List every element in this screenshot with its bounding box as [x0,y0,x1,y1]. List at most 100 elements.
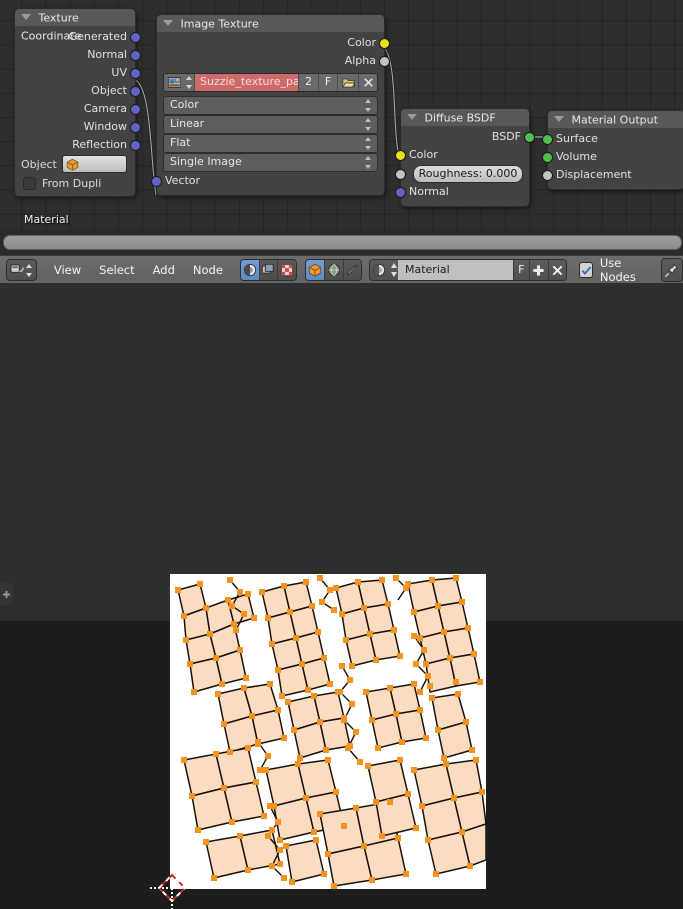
source-dropdown[interactable]: Single Image [163,153,378,172]
output-socket-normal[interactable] [130,50,141,61]
node-diffuse-bsdf[interactable]: Diffuse BSDF BSDF Color Roughness: 0.000… [395,108,535,207]
socket-row-vector-in[interactable]: Vector [151,172,384,190]
socket-row-displacement[interactable]: Displacement [542,166,683,184]
socket-row-color-out[interactable]: Color [157,34,390,52]
color-space-dropdown[interactable]: Color [163,96,378,115]
menu-node[interactable]: Node [184,256,232,284]
output-socket-generated[interactable] [130,32,141,43]
from-dupli-checkbox[interactable] [23,177,36,190]
collapse-triangle-icon[interactable] [554,116,564,122]
image-datablock-row[interactable]: Suzzie_texture_paint 2 F [163,73,378,92]
socket-row-normal[interactable]: Normal [15,46,141,64]
node-header-texture-coordinate[interactable]: Texture Coordinate [15,9,135,42]
editor-type-spinner[interactable] [25,263,33,277]
object-picker[interactable] [61,155,127,173]
output-socket-reflection[interactable] [130,140,141,151]
compositing-nodes-toggle[interactable] [259,260,279,280]
shader-source-toggle-group[interactable] [305,259,363,281]
output-socket-window[interactable] [130,122,141,133]
material-datablock-spinner[interactable] [388,260,398,280]
socket-row-roughness[interactable]: Roughness: 0.000 [395,165,529,183]
socket-row-camera[interactable]: Camera [15,100,141,118]
projection-dropdown[interactable]: Flat [163,134,378,153]
socket-row-object[interactable]: Object [15,82,141,100]
socket-row-window[interactable]: Window [15,118,141,136]
socket-row-reflection[interactable]: Reflection [15,136,141,154]
material-ball-icon[interactable] [370,260,389,280]
cursor-2d-icon[interactable] [150,868,195,909]
use-nodes-row[interactable]: Use Nodes [579,256,650,284]
material-datablock-selector[interactable]: Material F [369,259,568,281]
object-field-row[interactable]: Object [21,155,127,173]
node-header-material-output[interactable]: Material Output [548,111,683,128]
shader-nodes-toggle[interactable] [240,260,260,280]
input-socket-volume[interactable] [542,152,553,163]
node-texture-coordinate[interactable]: Texture Coordinate Generated Normal UV O… [14,8,141,197]
output-socket-camera[interactable] [130,104,141,115]
color-space-dropdown-row[interactable]: Color [163,96,378,115]
menu-view[interactable]: View [45,256,90,284]
interpolation-dropdown[interactable]: Linear [163,115,378,134]
shader-node-editor[interactable]: Texture Coordinate Generated Normal UV O… [0,0,683,230]
output-socket-alpha[interactable] [379,56,390,67]
node-material-output[interactable]: Material Output Surface Volume Displacem… [542,110,683,190]
input-socket-surface[interactable] [542,134,553,145]
shader-type-toggle-group[interactable] [239,259,298,281]
dropdown-value: Flat [170,136,191,149]
use-nodes-checkbox[interactable] [579,262,593,278]
texture-nodes-toggle[interactable] [278,260,297,280]
horizontal-scrollbar[interactable] [3,235,682,250]
socket-row-bsdf-out[interactable]: BSDF [401,128,535,146]
socket-row-color-in[interactable]: Color [395,146,529,164]
editor-type-selector[interactable] [6,259,37,281]
new-material-button[interactable] [528,260,548,280]
node-header-image-texture[interactable]: Image Texture [157,15,384,32]
input-socket-roughness[interactable] [395,169,406,180]
image-datablock-spinner[interactable] [184,74,195,91]
uv-image-editor[interactable] [0,283,683,909]
socket-row-generated[interactable]: Generated [15,28,141,46]
output-socket-uv[interactable] [130,68,141,79]
input-socket-displacement[interactable] [542,170,553,181]
pin-button[interactable] [660,258,683,282]
unlink-x-icon[interactable] [358,74,377,91]
toolbar-tab-toggle[interactable] [0,583,13,605]
world-shader-toggle[interactable] [324,260,344,280]
unlink-material-button[interactable] [547,260,567,280]
collapse-triangle-icon[interactable] [163,20,173,26]
menu-add[interactable]: Add [144,256,184,284]
material-fake-user-button[interactable]: F [512,260,529,280]
open-file-icon[interactable] [337,74,358,91]
plus-icon [2,590,11,598]
output-socket-bsdf[interactable] [524,132,535,143]
collapse-triangle-icon[interactable] [21,14,31,20]
collapse-triangle-icon[interactable] [407,114,417,120]
object-shader-toggle[interactable] [306,260,325,280]
node-header-diffuse-bsdf[interactable]: Diffuse BSDF [401,109,529,126]
node-image-texture[interactable]: Image Texture Color Alpha Suzzie_texture… [151,14,390,196]
input-socket-color[interactable] [395,150,406,161]
dropdown-value: Linear [170,117,205,130]
input-socket-vector[interactable] [151,176,162,187]
uv-canvas[interactable] [170,574,487,889]
material-name-field[interactable]: Material [398,260,513,280]
brush-shader-toggle[interactable] [343,260,362,280]
source-dropdown-row[interactable]: Single Image [163,153,378,172]
image-name-field[interactable]: Suzzie_texture_paint [195,74,298,91]
menu-select[interactable]: Select [90,256,143,284]
input-socket-normal[interactable] [395,187,406,198]
image-fake-user-button[interactable]: F [318,74,337,91]
socket-row-normal-in[interactable]: Normal [395,183,529,201]
image-users-count[interactable]: 2 [298,74,318,91]
interpolation-dropdown-row[interactable]: Linear [163,115,378,134]
output-socket-object[interactable] [130,86,141,97]
projection-dropdown-row[interactable]: Flat [163,134,378,153]
socket-row-surface[interactable]: Surface [542,130,683,148]
socket-row-alpha-out[interactable]: Alpha [157,52,390,70]
image-datablock-icon[interactable] [164,74,184,91]
output-socket-color[interactable] [379,38,390,49]
from-dupli-row[interactable]: From Dupli [23,177,127,190]
socket-row-volume[interactable]: Volume [542,148,683,166]
socket-row-uv[interactable]: UV [15,64,141,82]
roughness-value-field[interactable]: Roughness: 0.000 [413,165,523,183]
